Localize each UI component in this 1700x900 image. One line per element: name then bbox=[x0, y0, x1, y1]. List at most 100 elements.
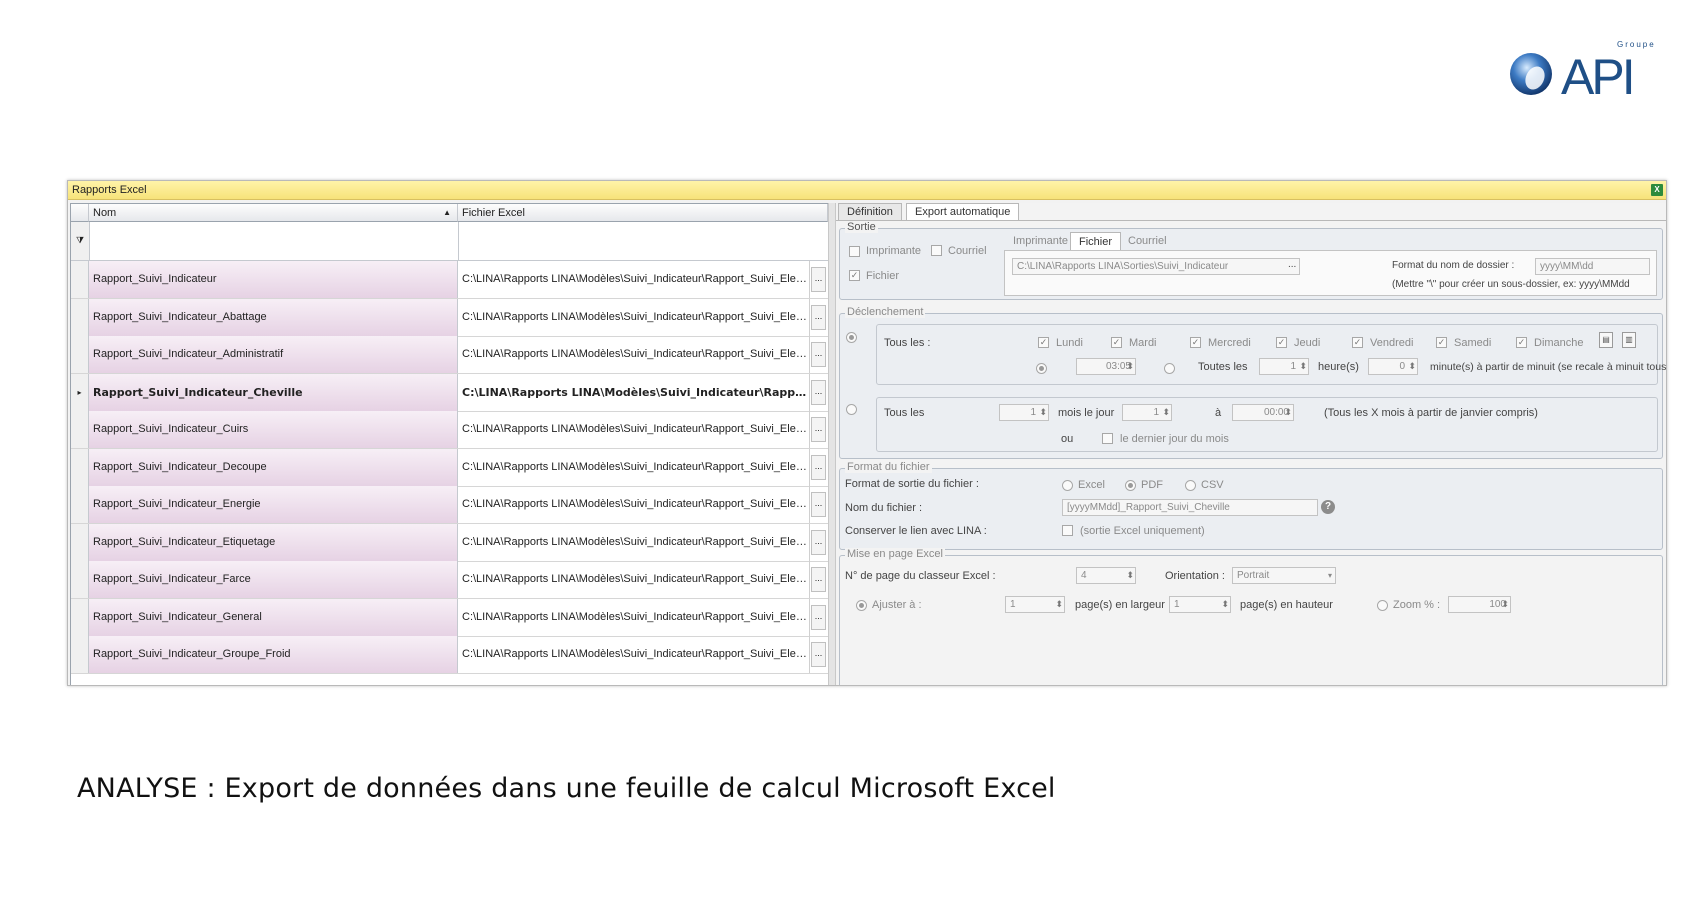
report-file-cell[interactable]: C:\LINA\Rapports LINA\Modèles\Suivi_Indi… bbox=[458, 636, 810, 673]
unselect-all-days-icon[interactable]: ▥ bbox=[1622, 332, 1636, 348]
table-row[interactable]: Rapport_Suivi_Indicateur_General C:\LINA\… bbox=[71, 598, 828, 637]
row-selector[interactable] bbox=[71, 298, 89, 336]
output-path-field[interactable]: C:\LINA\Rapports LINA\Sorties\Suivi_Indi… bbox=[1012, 258, 1300, 275]
mois-spinner[interactable]: 1 bbox=[999, 404, 1049, 421]
jour-spinner[interactable]: 1 bbox=[1122, 404, 1172, 421]
report-file-cell[interactable]: C:\LINA\Rapports LINA\Modèles\Suivi_Indi… bbox=[458, 561, 810, 598]
weekly-radio[interactable] bbox=[846, 332, 857, 343]
row-selector[interactable]: ▸ bbox=[71, 373, 89, 411]
browse-file-button[interactable]: ... bbox=[811, 604, 826, 630]
largeur-spinner[interactable]: 1 bbox=[1005, 596, 1065, 613]
folder-format-field[interactable]: yyyy\MM\dd bbox=[1535, 258, 1650, 275]
report-name-cell[interactable]: Rapport_Suivi_Indicateur_Abattage bbox=[89, 298, 458, 336]
report-file-cell[interactable]: C:\LINA\Rapports LINA\Modèles\Suivi_Indi… bbox=[458, 336, 810, 373]
zoom-radio[interactable] bbox=[1377, 600, 1388, 611]
table-row[interactable]: Rapport_Suivi_Indicateur_Cuirs C:\LINA\Ra… bbox=[71, 411, 828, 449]
row-selector[interactable] bbox=[71, 636, 89, 673]
report-file-cell[interactable]: C:\LINA\Rapports LINA\Modèles\Suivi_Indi… bbox=[458, 486, 810, 523]
subtab-courriel[interactable]: Courriel bbox=[1120, 232, 1175, 250]
last-day-checkbox[interactable] bbox=[1102, 433, 1113, 444]
format-radio[interactable] bbox=[1185, 480, 1196, 491]
report-name-cell[interactable]: Rapport_Suivi_Indicateur_Cheville bbox=[89, 373, 458, 411]
page-classeur-spinner[interactable]: 4 bbox=[1076, 567, 1136, 584]
browse-file-button[interactable]: ... bbox=[811, 529, 826, 555]
report-name-cell[interactable]: Rapport_Suivi_Indicateur_Decoupe bbox=[89, 448, 458, 486]
heures-spinner[interactable]: 1 bbox=[1259, 358, 1309, 375]
report-name-cell[interactable]: Rapport_Suivi_Indicateur_Farce bbox=[89, 561, 458, 598]
table-row[interactable]: Rapport_Suivi_Indicateur_Groupe_Froid C:\… bbox=[71, 636, 828, 674]
time-radio[interactable] bbox=[1036, 363, 1047, 374]
day-checkbox[interactable]: ✓ bbox=[1190, 337, 1201, 348]
browse-file-button[interactable]: ... bbox=[811, 417, 826, 442]
hauteur-spinner[interactable]: 1 bbox=[1169, 596, 1231, 613]
fichier-checkbox[interactable]: ✓ bbox=[849, 270, 860, 281]
report-name-cell[interactable]: Rapport_Suivi_Indicateur_Energie bbox=[89, 486, 458, 523]
row-selector[interactable] bbox=[71, 598, 89, 636]
report-name-cell[interactable]: Rapport_Suivi_Indicateur_Administratif bbox=[89, 336, 458, 373]
report-file-cell[interactable]: C:\LINA\Rapports LINA\Modèles\Suivi_Indi… bbox=[458, 523, 810, 561]
browse-file-button[interactable]: ... bbox=[811, 567, 826, 592]
filter-fichier-input[interactable] bbox=[458, 222, 828, 261]
monthly-time-field[interactable]: 00:00 bbox=[1232, 404, 1294, 421]
table-row[interactable]: Rapport_Suivi_Indicateur_Administratif C:… bbox=[71, 336, 828, 374]
imprimante-checkbox[interactable] bbox=[849, 246, 860, 257]
panel-splitter[interactable] bbox=[828, 203, 836, 685]
zoom-field[interactable]: 100 bbox=[1448, 596, 1511, 613]
row-selector[interactable] bbox=[71, 448, 89, 486]
time-field[interactable]: 03:05 bbox=[1076, 358, 1136, 375]
format-radio[interactable] bbox=[1062, 480, 1073, 491]
interval-radio[interactable] bbox=[1164, 363, 1175, 374]
report-file-cell[interactable]: C:\LINA\Rapports LINA\Modèles\Suivi_Indi… bbox=[458, 298, 810, 336]
column-header-nom[interactable]: Nom ▲ bbox=[89, 204, 458, 222]
tab-export-automatique[interactable]: Export automatique bbox=[906, 203, 1020, 221]
monthly-radio[interactable] bbox=[846, 404, 857, 415]
row-selector[interactable] bbox=[71, 411, 89, 448]
browse-file-button[interactable]: ... bbox=[811, 267, 826, 292]
format-radio[interactable] bbox=[1125, 480, 1136, 491]
column-header-fichier-excel[interactable]: Fichier Excel bbox=[458, 204, 828, 222]
row-selector[interactable] bbox=[71, 261, 89, 298]
table-row[interactable]: Rapport_Suivi_Indicateur_Abattage C:\LINA… bbox=[71, 298, 828, 337]
report-name-cell[interactable]: Rapport_Suivi_Indicateur_Cuirs bbox=[89, 411, 458, 448]
ajuster-radio[interactable] bbox=[856, 600, 867, 611]
browse-file-button[interactable]: ... bbox=[811, 342, 826, 367]
row-selector[interactable] bbox=[71, 523, 89, 561]
nom-fichier-field[interactable]: [yyyyMMdd]_Rapport_Suivi_Cheville bbox=[1062, 499, 1318, 516]
browse-file-button[interactable]: ... bbox=[811, 379, 826, 405]
report-name-cell[interactable]: Rapport_Suivi_Indicateur_Etiquetage bbox=[89, 523, 458, 561]
subtab-imprimante[interactable]: Imprimante bbox=[1005, 232, 1076, 250]
day-checkbox[interactable]: ✓ bbox=[1436, 337, 1447, 348]
report-file-cell[interactable]: C:\LINA\Rapports LINA\Modèles\Suivi_Indi… bbox=[458, 261, 810, 298]
orientation-select[interactable]: Portrait ▾ bbox=[1232, 567, 1336, 584]
day-checkbox[interactable]: ✓ bbox=[1111, 337, 1122, 348]
day-checkbox[interactable]: ✓ bbox=[1276, 337, 1287, 348]
courriel-checkbox[interactable] bbox=[931, 245, 942, 256]
day-checkbox[interactable]: ✓ bbox=[1038, 337, 1049, 348]
table-row[interactable]: Rapport_Suivi_Indicateur_Energie C:\LINA\… bbox=[71, 486, 828, 524]
browse-file-button[interactable]: ... bbox=[811, 454, 826, 480]
report-file-cell[interactable]: C:\LINA\Rapports LINA\Modèles\Suivi_Indi… bbox=[458, 598, 810, 636]
day-checkbox[interactable]: ✓ bbox=[1516, 337, 1527, 348]
table-row[interactable]: Rapport_Suivi_Indicateur_Decoupe C:\LINA\… bbox=[71, 448, 828, 487]
report-file-cell[interactable]: C:\LINA\Rapports LINA\Modèles\Suivi_Indi… bbox=[458, 448, 810, 486]
row-selector[interactable] bbox=[71, 336, 89, 373]
report-name-cell[interactable]: Rapport_Suivi_Indicateur_Groupe_Froid bbox=[89, 636, 458, 673]
table-row[interactable]: Rapport_Suivi_Indicateur_Farce C:\LINA\Ra… bbox=[71, 561, 828, 599]
help-icon[interactable]: ? bbox=[1321, 500, 1335, 514]
table-row[interactable]: Rapport_Suivi_Indicateur C:\LINA\Rapports… bbox=[71, 261, 828, 299]
lien-lina-checkbox[interactable] bbox=[1062, 525, 1073, 536]
report-name-cell[interactable]: Rapport_Suivi_Indicateur_General bbox=[89, 598, 458, 636]
browse-file-button[interactable]: ... bbox=[811, 304, 826, 330]
browse-path-button[interactable]: ... bbox=[1288, 259, 1296, 270]
report-file-cell[interactable]: C:\LINA\Rapports LINA\Modèles\Suivi_Indi… bbox=[458, 373, 810, 411]
row-selector[interactable] bbox=[71, 561, 89, 598]
report-file-cell[interactable]: C:\LINA\Rapports LINA\Modèles\Suivi_Indi… bbox=[458, 411, 810, 448]
tab-definition[interactable]: Définition bbox=[838, 203, 902, 221]
select-all-days-icon[interactable]: ▤ bbox=[1599, 332, 1613, 348]
table-row[interactable]: ▸ Rapport_Suivi_Indicateur_Cheville C:\LIN… bbox=[71, 373, 828, 412]
day-checkbox[interactable]: ✓ bbox=[1352, 337, 1363, 348]
excel-icon[interactable]: X bbox=[1651, 184, 1663, 196]
filter-nom-input[interactable] bbox=[89, 222, 459, 261]
browse-file-button[interactable]: ... bbox=[811, 492, 826, 517]
report-name-cell[interactable]: Rapport_Suivi_Indicateur bbox=[89, 261, 458, 298]
